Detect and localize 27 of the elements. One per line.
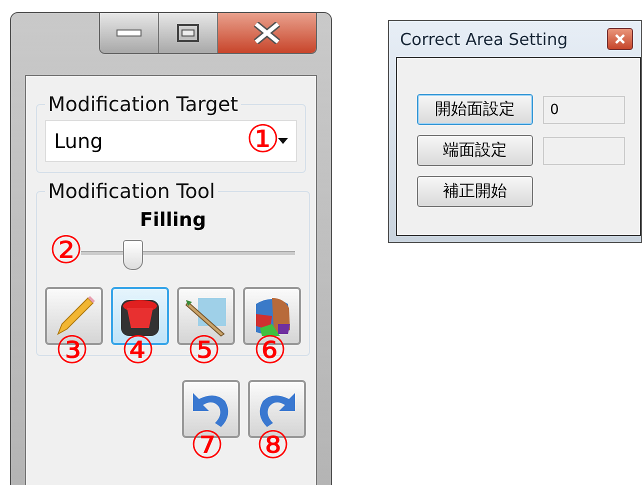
close-button[interactable] xyxy=(607,28,633,50)
callout-number: ① xyxy=(246,120,280,158)
tool-name: Filling xyxy=(138,209,208,231)
slider-thumb[interactable] xyxy=(123,240,144,270)
close-icon xyxy=(253,22,281,44)
callout-number: ⑤ xyxy=(187,331,222,369)
action-button[interactable]: 補正開始 xyxy=(417,176,533,207)
group-label: Modification Target xyxy=(47,92,240,116)
maximize-icon xyxy=(177,24,199,42)
callout-number: ⑧ xyxy=(256,426,290,464)
callout-number: ② xyxy=(49,231,84,269)
action-button[interactable]: 端面設定 xyxy=(417,135,533,166)
maximize-button[interactable] xyxy=(159,13,218,53)
close-button[interactable] xyxy=(218,13,316,53)
callout-number: ③ xyxy=(55,331,90,369)
target-dropdown[interactable]: Lung ① xyxy=(45,120,297,162)
dropdown-arrow-icon xyxy=(278,138,288,144)
group-label: Modification Tool xyxy=(47,179,216,203)
callout-number: ⑦ xyxy=(190,426,224,464)
input-field[interactable]: 0 xyxy=(543,96,625,124)
minimize-button[interactable] xyxy=(100,13,159,53)
callout-number: ⑥ xyxy=(253,331,288,369)
dialog-title: Correct Area Setting xyxy=(399,30,568,48)
close-icon xyxy=(615,34,625,44)
input-field[interactable] xyxy=(543,136,625,164)
action-button[interactable]: 開始面設定 xyxy=(417,94,533,125)
minimize-icon xyxy=(116,29,142,37)
